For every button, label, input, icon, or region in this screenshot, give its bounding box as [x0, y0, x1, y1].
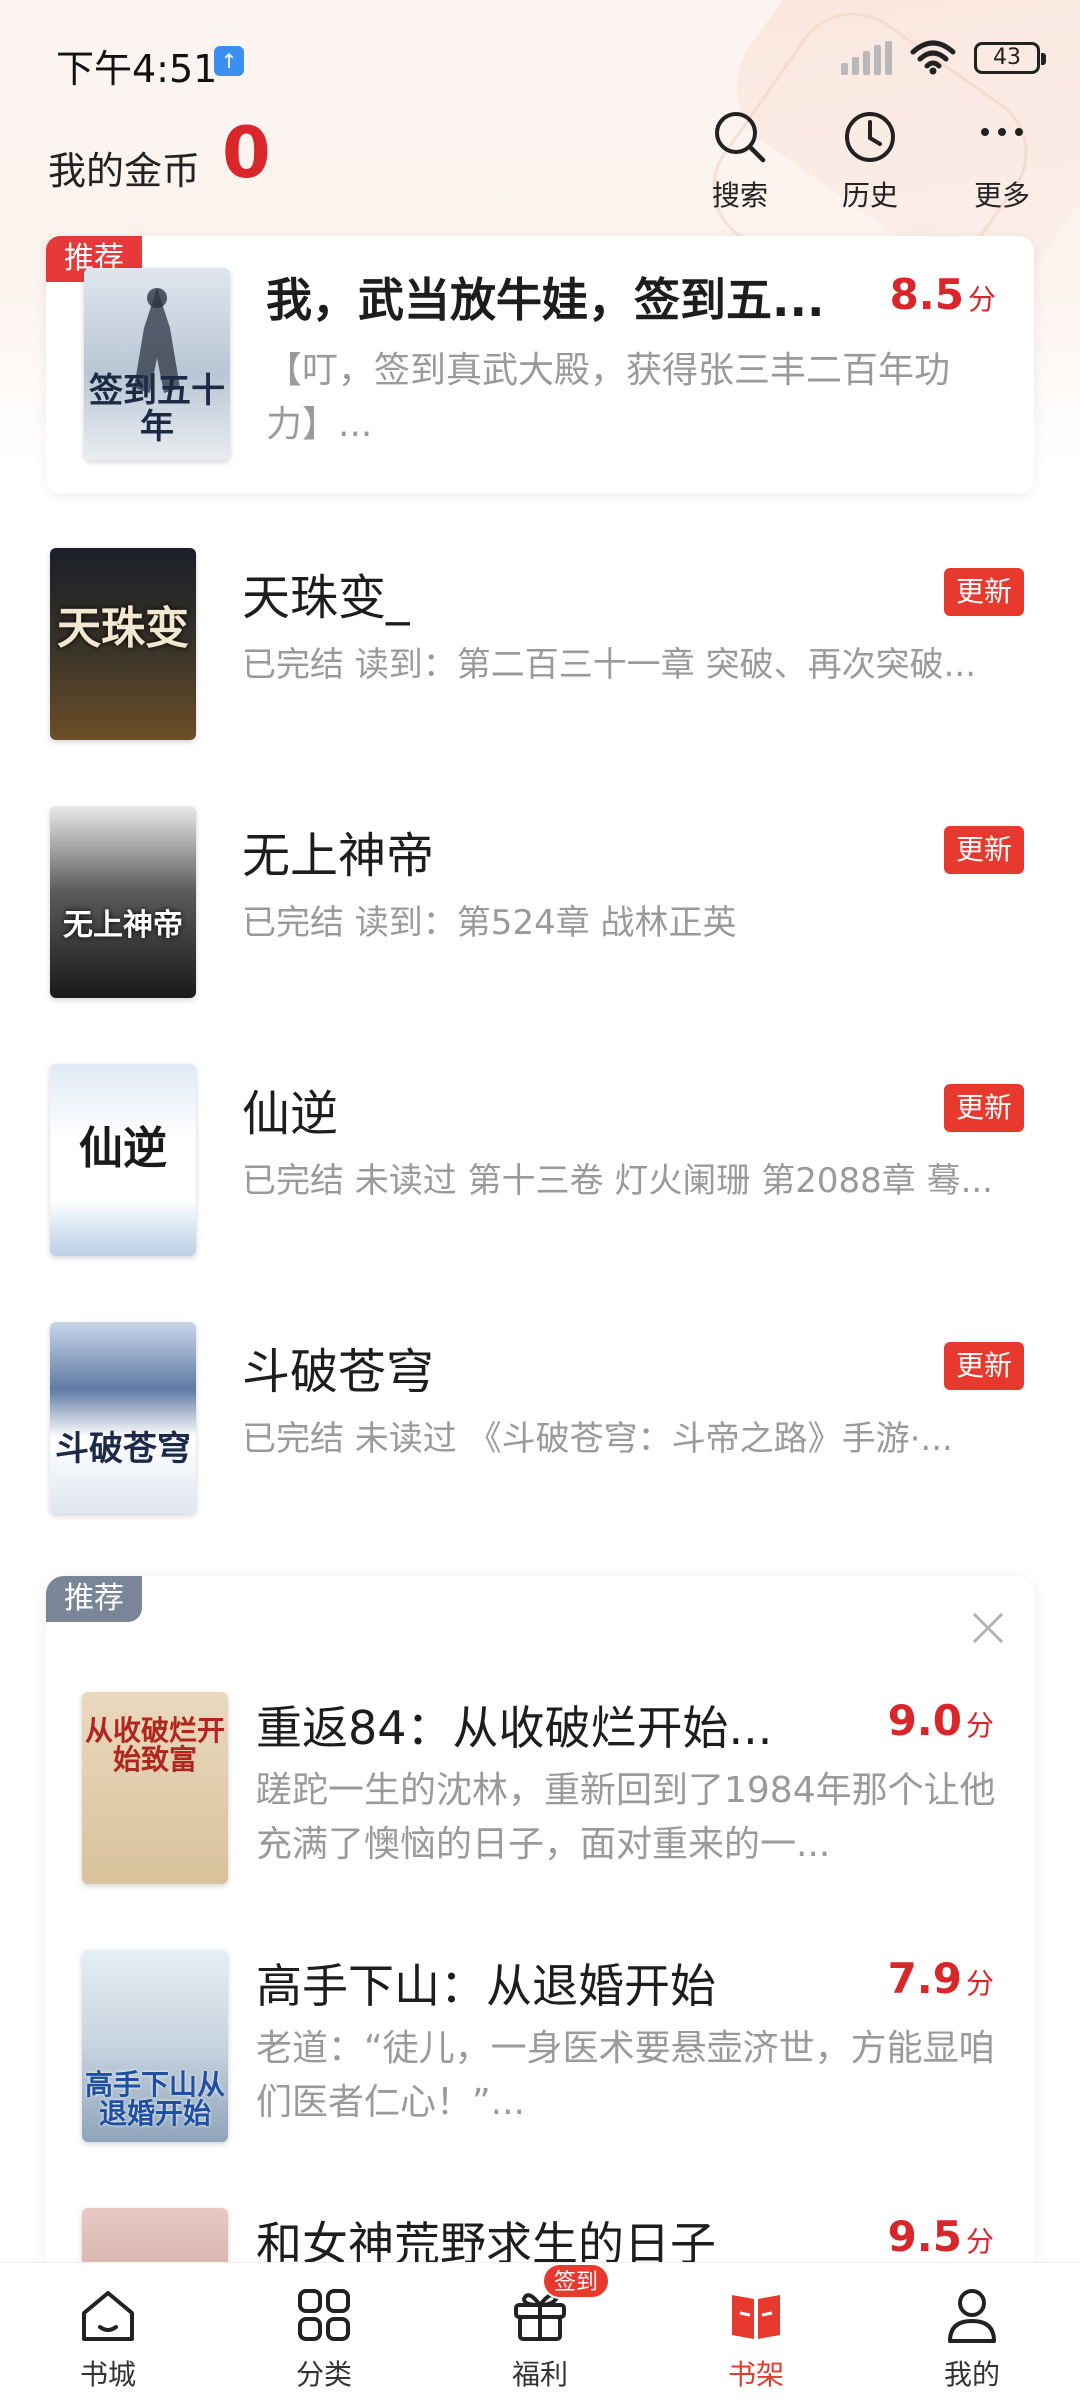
score-unit: 分 [965, 2225, 994, 2258]
cover-title: 无上神帝 [63, 908, 183, 943]
book-title: 无上神帝 [242, 828, 435, 884]
featured-score: 8.5 分 [890, 270, 996, 319]
score-unit: 分 [965, 1967, 994, 2000]
book-title: 斗破苍穹 [242, 1344, 435, 1400]
nav-mine[interactable]: 我的 [864, 2263, 1080, 2400]
book-title: 仙逆 [242, 1086, 339, 1142]
cover-title: 斗破苍穹 [55, 1429, 191, 1469]
status-time: 下午4:51 [56, 47, 218, 91]
shelf-item[interactable]: 天珠变 天珠变_ 更新 已完结 读到：第二百三十一章 突破、再次突破... [0, 518, 1080, 768]
book-cover[interactable]: 斗破苍穹 [50, 1322, 196, 1514]
sign-in-badge: 签到 [542, 2263, 611, 2299]
book-desc: 老道：“徒儿，一身医术要悬壶济世，方能显咱们医者仁心！”... [256, 2028, 995, 2123]
more-icon [981, 128, 1023, 136]
update-badge: 更新 [943, 1084, 1024, 1132]
cover-title: 高手下山从退婚开始 [84, 2068, 225, 2131]
update-badge: 更新 [943, 1342, 1024, 1390]
book-cover[interactable]: 仙逆 [50, 1064, 196, 1256]
history-label: 历史 [841, 179, 898, 212]
book-desc: 蹉跎一生的沈林，重新回到了1984年那个让他充满了懊恼的日子，面对重来的一... [256, 1770, 996, 1865]
nav-label: 分类 [295, 2358, 352, 2391]
cover-title: 仙逆 [79, 1123, 167, 1174]
search-icon [715, 112, 766, 163]
more-button[interactable]: 更多 [952, 108, 1052, 214]
nav-label: 书架 [727, 2358, 784, 2391]
book-progress: 已完结 未读过 《斗破苍穹：斗帝之路》手游·... [242, 1419, 953, 1459]
score-value: 9.0 [887, 1696, 962, 1745]
user-icon [948, 2289, 996, 2343]
battery-indicator: 43 [974, 42, 1046, 74]
update-badge: 更新 [943, 826, 1024, 874]
score-unit: 分 [967, 283, 996, 316]
recommend-item[interactable]: 从收破烂开始致富 重返84：从收破烂开始... 9.0 分 蹉跎一生的沈林，重新回… [46, 1692, 1034, 1912]
coins-value[interactable]: 0 [222, 112, 271, 194]
cover-title: 天珠变 [57, 603, 189, 654]
featured-title: 我，武当放牛娃，签到五... [266, 273, 825, 327]
search-button[interactable]: 搜索 [690, 108, 790, 214]
cover-title: 从收破烂开始致富 [84, 1714, 225, 1777]
book-score: 9.5 分 [888, 2212, 994, 2261]
nav-label: 我的 [943, 2358, 1000, 2391]
bottom-nav: 书城 分类 签到 福利 书架 我的 [0, 2262, 1080, 2400]
status-bar: 下午4:51 ↑ 43 [0, 0, 1080, 120]
search-label: 搜索 [711, 179, 768, 212]
bookshelf-icon [732, 2295, 780, 2339]
home-icon [82, 2291, 134, 2341]
book-title: 高手下山：从退婚开始 [256, 1959, 716, 2013]
grid-icon [298, 2289, 350, 2341]
history-button[interactable]: 历史 [820, 108, 920, 214]
recommend-panel: 推荐 从收破烂开始致富 重返84：从收破烂开始... 9.0 分 蹉跎一生的沈林，… [46, 1576, 1034, 2276]
score-value: 8.5 [889, 270, 964, 319]
book-cover[interactable]: 签到五十年 [84, 268, 230, 460]
nav-bookstore[interactable]: 书城 [0, 2263, 216, 2400]
shelf-item[interactable]: 斗破苍穹 斗破苍穹 更新 已完结 未读过 《斗破苍穹：斗帝之路》手游·... [0, 1292, 1080, 1542]
recommend-item[interactable]: 高手下山从退婚开始 高手下山：从退婚开始 7.9 分 老道：“徒儿，一身医术要悬壶… [46, 1950, 1034, 2170]
book-progress: 已完结 读到：第524章 战林正英 [242, 903, 737, 943]
close-icon[interactable] [968, 1608, 1008, 1648]
book-progress: 已完结 读到：第二百三十一章 突破、再次突破... [242, 645, 977, 685]
book-progress: 已完结 未读过 第十三卷 灯火阑珊 第2088章 蓦... [242, 1161, 993, 1201]
recommend-tag: 推荐 [46, 1576, 142, 1622]
book-score: 9.0 分 [888, 1696, 994, 1745]
status-indicators: 43 [841, 40, 1046, 76]
featured-desc: 【叮，签到真武大殿，获得张三丰二百年功力】... [266, 350, 951, 445]
book-cover[interactable]: 从收破烂开始致富 [82, 1692, 228, 1884]
nav-bookshelf[interactable]: 书架 [648, 2263, 864, 2400]
cover-title: 签到五十年 [89, 371, 225, 447]
book-cover[interactable]: 天珠变 [50, 548, 196, 740]
coins-label: 我的金币 [48, 149, 201, 193]
book-cover[interactable]: 高手下山从退婚开始 [82, 1950, 228, 2142]
book-score: 7.9 分 [888, 1954, 994, 2003]
shelf-item[interactable]: 仙逆 仙逆 更新 已完结 未读过 第十三卷 灯火阑珊 第2088章 蓦... [0, 1034, 1080, 1284]
nav-label: 书城 [79, 2358, 136, 2391]
update-badge: 更新 [943, 568, 1024, 616]
clock-icon [845, 112, 895, 162]
book-title: 天珠变_ [242, 570, 411, 626]
wifi-icon [910, 40, 956, 75]
nav-label: 福利 [511, 2358, 568, 2391]
nav-welfare[interactable]: 签到 福利 [432, 2263, 648, 2400]
score-value: 9.5 [887, 2212, 962, 2261]
upload-notification-icon: ↑ [214, 46, 244, 76]
book-title: 重返84：从收破烂开始... [256, 1701, 773, 1755]
book-cover[interactable]: 无上神帝 [50, 806, 196, 998]
featured-book-card[interactable]: 推荐 签到五十年 我，武当放牛娃，签到五... 8.5 分 【叮，签到真武大殿，获… [46, 236, 1034, 494]
score-value: 7.9 [887, 1954, 962, 2003]
nav-category[interactable]: 分类 [216, 2263, 432, 2400]
more-label: 更多 [973, 179, 1030, 212]
score-unit: 分 [965, 1709, 994, 1742]
signal-icon [841, 41, 892, 75]
shelf-item[interactable]: 无上神帝 无上神帝 更新 已完结 读到：第524章 战林正英 [0, 776, 1080, 1026]
